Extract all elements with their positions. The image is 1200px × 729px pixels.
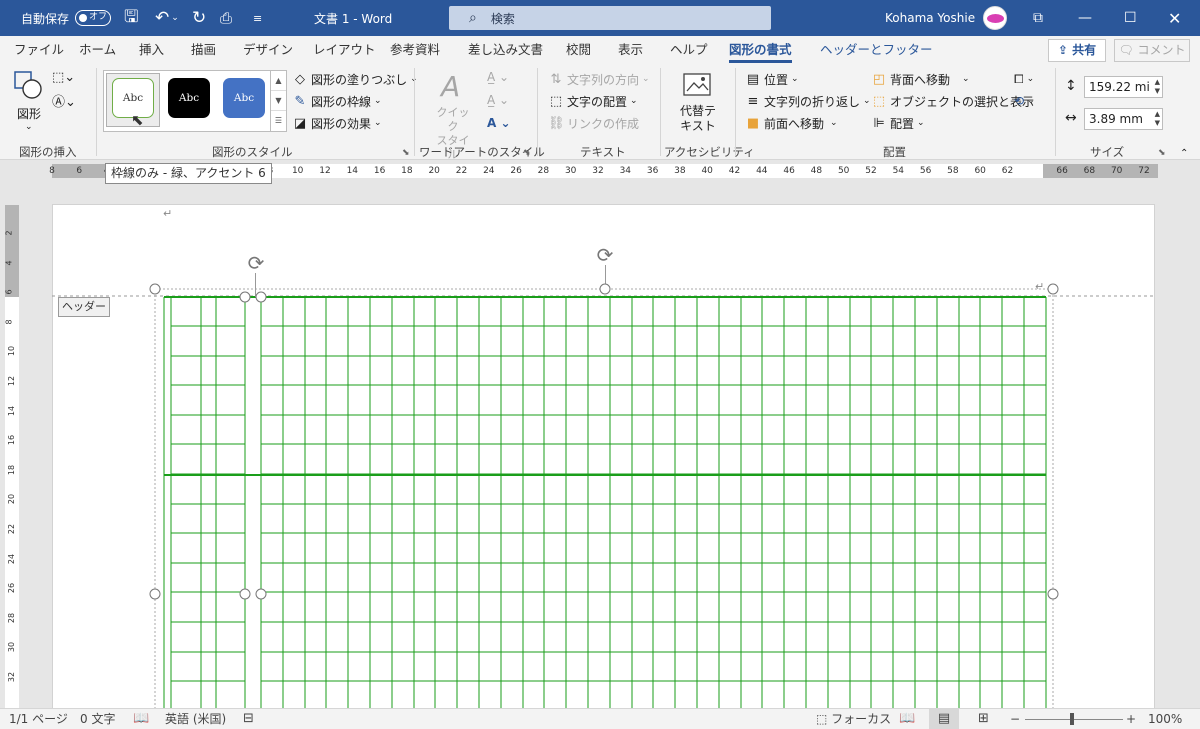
- focus-icon: ⬚: [816, 712, 832, 726]
- language-status[interactable]: 英語 (米国): [165, 709, 226, 729]
- zoom-in-icon[interactable]: +: [1126, 709, 1136, 729]
- resize-handle-w[interactable]: [149, 588, 161, 600]
- resize-handle-nw[interactable]: [149, 283, 161, 295]
- style-tooltip: 枠線のみ - 緑、アクセント 6: [105, 163, 272, 184]
- web-layout-icon[interactable]: ⊞: [978, 709, 989, 729]
- status-bar: 1/1 ページ 0 文字 📖 英語 (米国) ⊟ ⬚ フォーカス 📖 ▤ ⊞ −…: [0, 708, 1200, 729]
- print-layout-icon[interactable]: ▤: [929, 709, 959, 729]
- proofing-icon[interactable]: 📖: [133, 709, 149, 729]
- resize-handle-e[interactable]: [255, 588, 267, 600]
- zoom-level[interactable]: 100%: [1148, 709, 1182, 729]
- resize-handle-ne[interactable]: [1047, 283, 1059, 295]
- read-mode-icon[interactable]: 📖: [899, 709, 915, 729]
- zoom-slider-thumb[interactable]: [1070, 713, 1074, 725]
- zoom-out-icon[interactable]: −: [1010, 709, 1020, 729]
- resize-handle-e[interactable]: [1047, 588, 1059, 600]
- rotate-handle-icon[interactable]: ⟳: [597, 245, 614, 265]
- focus-button[interactable]: ⬚ フォーカス: [816, 709, 891, 729]
- header-tag: ヘッダー: [58, 297, 110, 317]
- word-count[interactable]: 0 文字: [80, 709, 115, 729]
- rotate-handle-icon[interactable]: ⟳: [248, 253, 265, 273]
- resize-handle-n[interactable]: [239, 291, 251, 303]
- selection-frame: [154, 288, 1054, 710]
- manuscript-grid[interactable]: [0, 0, 1200, 729]
- page-count[interactable]: 1/1 ページ: [9, 709, 68, 729]
- focus-label: フォーカス: [831, 712, 892, 726]
- word-window: 自動保存 オフ 🖫 ↶ ⌄ ↻ ⎙ ≡ 文書 1 - Word ⌕ 検索 Koha…: [0, 0, 1200, 729]
- resize-handle-n[interactable]: [599, 283, 611, 295]
- grid-lines: [163, 296, 1047, 708]
- macro-icon[interactable]: ⊟: [243, 709, 254, 729]
- zoom-slider[interactable]: [1025, 719, 1123, 720]
- resize-handle-w[interactable]: [239, 588, 251, 600]
- resize-handle-n[interactable]: [255, 291, 267, 303]
